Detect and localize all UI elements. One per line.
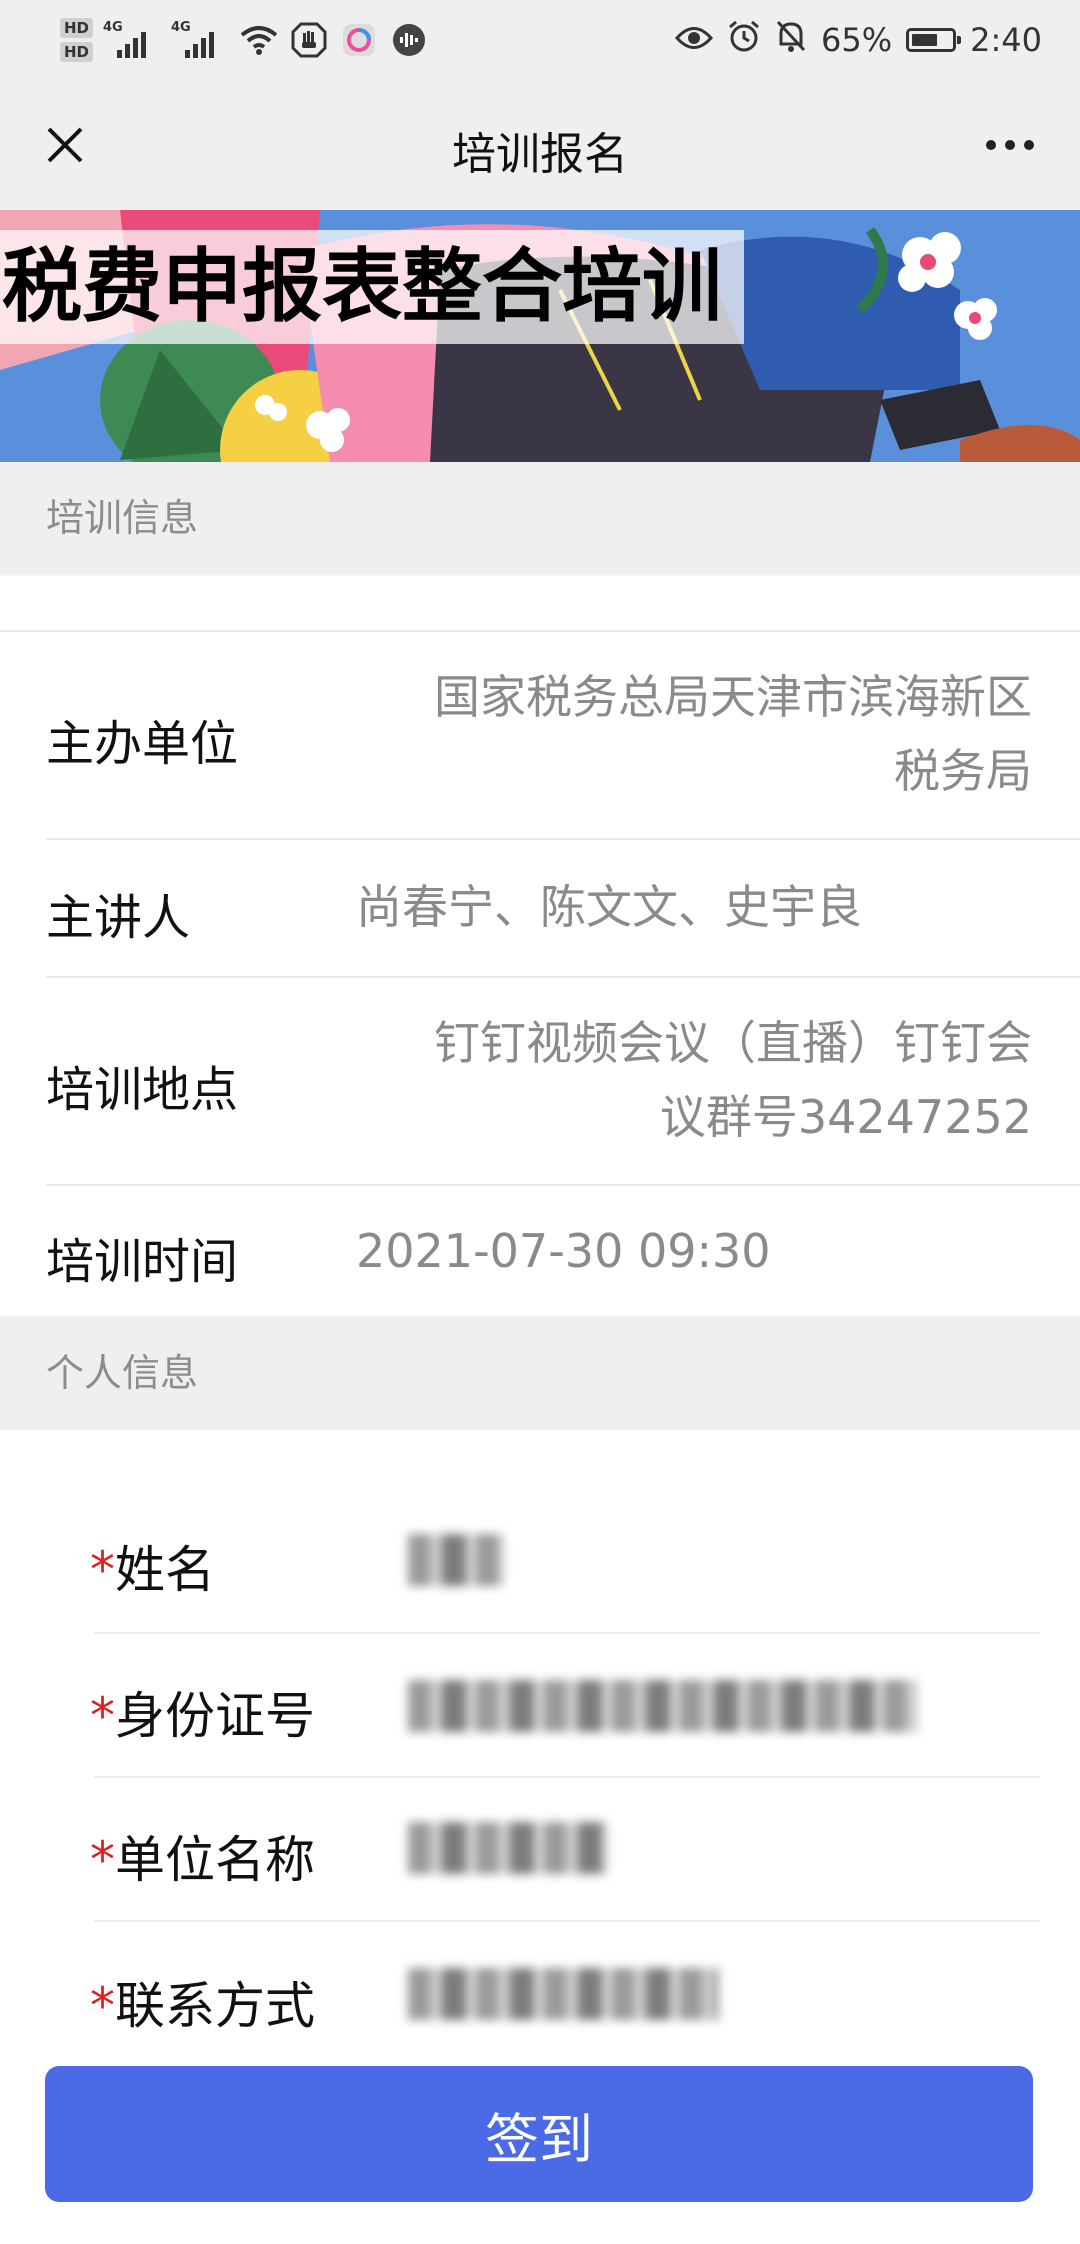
info-row-time: 培训时间 2021-07-30 09:30 (0, 1186, 1080, 1316)
section-header-personal: 个人信息 (0, 1316, 1080, 1430)
check-in-button[interactable]: 签到 (45, 2066, 1033, 2202)
voice-icon (389, 20, 429, 60)
contact-input[interactable] (408, 1968, 718, 2020)
info-label-location: 培训地点 (46, 1062, 239, 1118)
form-label-company: *单位名称 (90, 1820, 315, 1892)
section-gap (0, 574, 1080, 576)
required-mark: * (90, 1831, 115, 1889)
info-value-organizer-line1: 国家税务总局天津市滨海新区 (434, 670, 1032, 724)
form-label-id: *身份证号 (90, 1676, 315, 1748)
info-value-location-line2: 议群号34247252 (659, 1090, 1032, 1144)
more-icon-dot (1005, 140, 1015, 150)
info-value-location-line1: 钉钉视频会议（直播）钉钉会 (434, 1016, 1032, 1070)
banner-image: 税费申报表整合培训 (0, 210, 1080, 462)
info-row-organizer: 主办单位 国家税务总局天津市滨海新区 税务局 (0, 632, 1080, 838)
divider (94, 1920, 1040, 1922)
form-label-name: *姓名 (90, 1530, 215, 1602)
hd-indicator: HD HD (60, 18, 94, 62)
info-label-organizer: 主办单位 (46, 716, 239, 772)
clock-time: 2:40 (970, 21, 1042, 59)
form-label-name-text: 姓名 (115, 1541, 215, 1599)
required-mark: * (90, 1687, 115, 1745)
wifi-icon (239, 20, 279, 60)
more-icon-dot (1024, 140, 1034, 150)
divider (94, 1776, 1040, 1778)
form-label-id-text: 身份证号 (115, 1687, 315, 1745)
id-number-input[interactable] (408, 1680, 918, 1732)
hand-icon (289, 20, 329, 60)
name-input[interactable] (408, 1534, 504, 1586)
info-label-time: 培训时间 (46, 1234, 239, 1290)
required-mark: * (90, 1541, 115, 1599)
battery-fill (912, 34, 937, 46)
hd-label-1: HD (60, 18, 94, 38)
more-icon-dot (986, 140, 996, 150)
info-value-speaker: 尚春宁、陈文文、史宇良 (356, 880, 862, 934)
header-bar: 培训报名 (0, 80, 1080, 210)
more-button[interactable] (970, 110, 1050, 180)
alarm-icon (727, 19, 761, 61)
status-bar: HD HD 4G 4G 65% 2:40 (0, 0, 1080, 80)
info-row-location: 培训地点 钉钉视频会议（直播）钉钉会 议群号34247252 (0, 978, 1080, 1184)
banner-title: 税费申报表整合培训 (0, 230, 744, 344)
company-input[interactable] (408, 1822, 608, 1874)
form-label-company-text: 单位名称 (115, 1831, 315, 1889)
info-value-time: 2021-07-30 09:30 (356, 1224, 771, 1278)
status-bar-left: HD HD 4G 4G (60, 12, 429, 68)
eye-icon (675, 21, 714, 59)
section-header-training: 培训信息 (0, 462, 1080, 574)
divider (94, 1632, 1040, 1634)
info-row-speaker: 主讲人 尚春宁、陈文文、史宇良 (0, 840, 1080, 976)
info-value-organizer-line2: 税务局 (894, 744, 1032, 798)
signal-icon-2: 4G (171, 20, 229, 60)
battery-icon (906, 28, 962, 52)
hd-label-2: HD (60, 42, 94, 62)
battery-percent: 65% (821, 21, 893, 59)
status-bar-right: 65% 2:40 (675, 14, 1042, 66)
signal-icon-1: 4G (103, 20, 161, 60)
mute-bell-icon (775, 19, 807, 61)
page-title: 培训报名 (452, 129, 628, 180)
browser-icon (339, 20, 379, 60)
required-mark: * (90, 1977, 115, 2035)
form-label-contact: *联系方式 (90, 1966, 315, 2038)
form-label-contact-text: 联系方式 (115, 1977, 315, 2035)
info-label-speaker: 主讲人 (46, 890, 191, 946)
